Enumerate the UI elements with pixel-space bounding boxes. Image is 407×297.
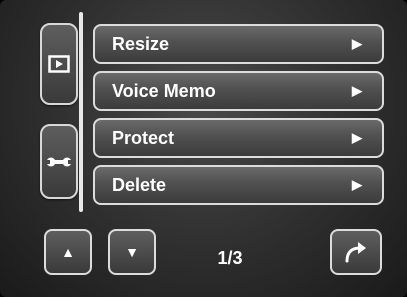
return-arrow-icon: [345, 242, 366, 263]
chevron-right-icon: ▶: [352, 83, 362, 98]
menu-item-protect[interactable]: Protect ▶: [93, 118, 384, 158]
menu-item-label: Resize: [112, 33, 170, 54]
chevron-right-icon: ▶: [352, 36, 362, 51]
chevron-right-icon: ▶: [352, 177, 362, 192]
menu-item-resize[interactable]: Resize ▶: [93, 24, 384, 64]
page-indicator: 1/3: [217, 248, 243, 268]
playback-tab[interactable]: [40, 23, 78, 105]
menu-item-label: Voice Memo: [112, 80, 216, 101]
menu-item-voice-memo[interactable]: Voice Memo ▶: [93, 71, 384, 111]
playback-icon: [48, 55, 70, 73]
wrench-icon: [46, 157, 72, 166]
menu-item-label: Protect: [112, 127, 175, 148]
tab-divider: [79, 12, 83, 212]
menu-item-delete[interactable]: Delete ▶: [93, 165, 384, 205]
arrow-down-icon: ▼: [125, 244, 139, 260]
camera-menu-screen: Resize ▶ Voice Memo ▶ Protect ▶ Delete ▶…: [0, 0, 407, 297]
setup-tab[interactable]: [40, 124, 78, 199]
page-down-button[interactable]: ▼: [108, 229, 156, 275]
menu-item-label: Delete: [112, 174, 167, 195]
return-button[interactable]: [330, 229, 382, 275]
arrow-up-icon: ▲: [61, 244, 75, 260]
page-up-button[interactable]: ▲: [44, 229, 92, 275]
chevron-right-icon: ▶: [352, 130, 362, 145]
